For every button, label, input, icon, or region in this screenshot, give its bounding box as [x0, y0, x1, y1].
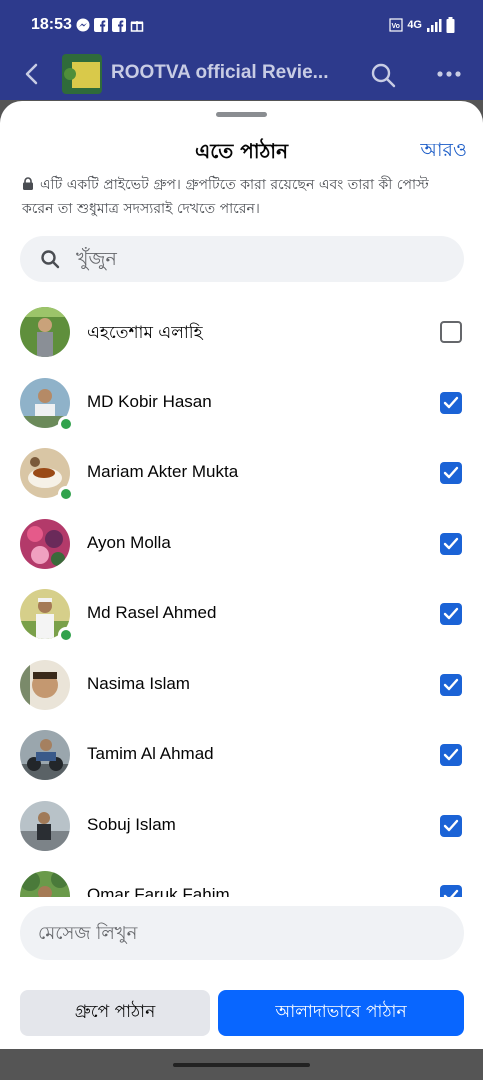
back-arrow-icon[interactable] [20, 62, 44, 86]
contact-row[interactable]: Nasima Islam [0, 650, 483, 720]
checkbox-checked[interactable] [440, 885, 462, 897]
notification-icons [76, 18, 144, 32]
system-nav-bar [0, 1049, 483, 1080]
checkmark-icon [443, 396, 459, 408]
contact-name: MD Kobir Hasan [87, 391, 212, 411]
checkbox-checked[interactable] [440, 391, 462, 414]
message-field[interactable] [20, 906, 464, 960]
privacy-text: এটি একটি প্রাইভেট গ্রুপ। গ্রুপটিতে কারা … [22, 177, 429, 217]
status-right: Vo 4G [389, 17, 455, 33]
contact-row[interactable]: এহতেশাম এলাহি [0, 297, 483, 367]
checkmark-icon [443, 819, 459, 831]
contact-name: Sobuj Islam [87, 814, 176, 834]
home-handle[interactable] [173, 1063, 310, 1067]
contact-row[interactable]: Tamim Al Ahmad [0, 720, 483, 790]
contact-row[interactable]: Omar Faruk Fahim [0, 861, 483, 897]
online-indicator [58, 486, 74, 502]
facebook-icon [94, 18, 108, 32]
online-indicator [58, 415, 74, 432]
contact-name: Omar Faruk Fahim [87, 885, 230, 897]
share-sheet: এতে পাঠান আরও এটি একটি প্রাইভেট গ্রুপ। গ… [0, 101, 483, 1049]
more-options-icon[interactable] [436, 66, 462, 82]
checkmark-icon [443, 748, 459, 761]
search-icon [41, 250, 60, 269]
checkmark-icon [443, 537, 459, 549]
send-separately-button[interactable]: আলাদাভাবে পাঠান [218, 990, 464, 1036]
messenger-icon [76, 18, 90, 32]
avatar [20, 871, 70, 897]
status-time: 18:53 [31, 16, 72, 33]
contact-row[interactable]: Sobuj Islam [0, 791, 483, 861]
search-icon[interactable] [370, 62, 396, 88]
avatar [20, 307, 70, 357]
volte-icon: Vo [389, 18, 403, 32]
avatar [20, 800, 70, 851]
contact-row[interactable]: Md Rasel Ahmed [0, 579, 483, 649]
checkbox-checked[interactable] [440, 744, 462, 766]
checkbox-checked[interactable] [440, 532, 462, 555]
lock-icon [23, 177, 33, 190]
online-indicator [58, 627, 74, 643]
message-input[interactable] [38, 918, 438, 948]
checkbox-unchecked[interactable] [440, 321, 462, 343]
checkmark-icon [443, 889, 459, 897]
signal-icon [427, 19, 442, 32]
battery-icon [446, 17, 455, 33]
send-to-group-button[interactable]: গ্রুপে পাঠান [20, 990, 210, 1036]
more-link[interactable]: আরও [420, 136, 467, 168]
avatar [20, 730, 70, 780]
search-field[interactable] [20, 236, 464, 282]
contact-row[interactable]: MD Kobir Hasan [0, 368, 483, 438]
checkbox-checked[interactable] [440, 814, 462, 837]
avatar [20, 659, 70, 710]
sheet-title: এতে পাঠান [194, 139, 289, 163]
contact-name: এহতেশাম এলাহি [87, 323, 203, 343]
checkmark-icon [443, 607, 459, 620]
contact-list: এহতেশাম এলাহি MD Kobir Hasan Mariam Akter … [0, 297, 483, 897]
avatar [20, 518, 70, 569]
gift-icon [130, 21, 144, 32]
status-bar: 18:53 Vo 4G [0, 0, 483, 50]
sheet-grabber[interactable] [216, 112, 267, 117]
checkmark-icon [443, 466, 459, 479]
contact-row[interactable]: Ayon Molla [0, 509, 483, 579]
svg-text:Vo: Vo [392, 23, 400, 30]
checkbox-checked[interactable] [440, 673, 462, 696]
contact-row[interactable]: Mariam Akter Mukta [0, 438, 483, 508]
app-header: ROOTVA official Revie... [0, 50, 483, 100]
contact-name: Mariam Akter Mukta [87, 462, 239, 481]
checkmark-icon [443, 678, 459, 690]
checkbox-checked[interactable] [440, 462, 462, 484]
contact-name: Nasima Islam [87, 673, 190, 693]
contact-name: Md Rasel Ahmed [87, 603, 217, 622]
group-thumbnail [62, 54, 102, 94]
checkbox-checked[interactable] [440, 603, 462, 625]
contact-name: Tamim Al Ahmad [87, 744, 214, 763]
facebook-icon [112, 18, 126, 32]
group-name[interactable]: ROOTVA official Revie... [111, 62, 346, 84]
privacy-notice: এটি একটি প্রাইভেট গ্রুপ। গ্রুপটিতে কারা … [22, 173, 462, 221]
network-type: 4G [407, 19, 422, 31]
contact-name: Ayon Molla [87, 532, 171, 552]
search-input[interactable] [76, 244, 446, 274]
